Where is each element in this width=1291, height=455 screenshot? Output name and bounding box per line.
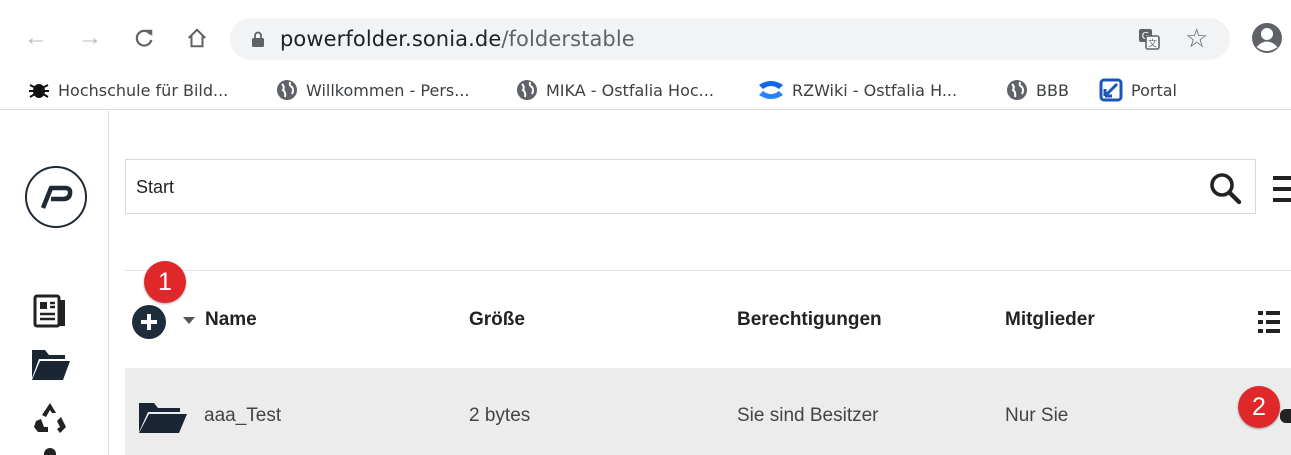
profile-icon[interactable]: [1251, 22, 1283, 54]
portal-icon: [1099, 78, 1123, 102]
folder-size: 2 bytes: [469, 405, 531, 426]
lock-icon: [252, 31, 264, 47]
folder-icon: [139, 403, 187, 433]
svg-text:文: 文: [1148, 38, 1157, 50]
bookmark-item[interactable]: Willkommen - Pers...: [276, 78, 469, 102]
powerfolder-logo[interactable]: [25, 166, 87, 228]
bookmark-item[interactable]: Hochschule für Bild...: [28, 78, 228, 102]
folder-name-link[interactable]: aaa_Test: [204, 405, 281, 427]
bug-icon: [29, 84, 49, 98]
bookmark-item[interactable]: BBB: [1006, 78, 1069, 102]
globe-icon: [277, 80, 297, 100]
column-header-permissions[interactable]: Berechtigungen: [737, 309, 882, 331]
folder-permissions: Sie sind Besitzer: [737, 405, 879, 426]
add-folder-button[interactable]: [132, 305, 166, 339]
recycle-icon[interactable]: [33, 401, 67, 435]
globe-icon: [517, 80, 537, 100]
bookmarks-bar: Hochschule für Bild... Willkommen - Pers…: [0, 70, 1291, 110]
bookmark-label: Hochschule für Bild...: [58, 80, 229, 100]
browser-toolbar: ← → powerfolder.sonia.de/folderstable G文…: [0, 0, 1291, 78]
bookmark-item[interactable]: Portal: [1099, 78, 1177, 102]
column-header-members[interactable]: Mitglieder: [1005, 309, 1095, 331]
table-row[interactable]: aaa_Test 2 bytes Sie sind Besitzer Nur S…: [125, 368, 1291, 455]
bookmark-label: MIKA - Ostfalia Hoc...: [546, 80, 714, 100]
column-header-size[interactable]: Größe: [469, 309, 525, 331]
add-dropdown-caret-icon[interactable]: [183, 317, 195, 324]
column-header-name[interactable]: Name: [205, 309, 257, 331]
translate-icon[interactable]: G文: [1138, 28, 1160, 50]
folder-members: Nur Sie: [1005, 405, 1069, 426]
bookmark-label: Portal: [1131, 80, 1177, 100]
url-path: /folderstable: [501, 27, 635, 51]
hamburger-menu-icon[interactable]: [1273, 174, 1291, 204]
column-settings-icon[interactable]: [1258, 310, 1280, 334]
bookmark-item[interactable]: RZWiki - Ostfalia H...: [758, 78, 957, 102]
reload-icon[interactable]: [127, 21, 161, 55]
bookmark-label: Willkommen - Pers...: [306, 80, 470, 100]
url-host: powerfolder.sonia.de: [280, 27, 502, 51]
account-icon[interactable]: [40, 447, 60, 455]
home-icon[interactable]: [180, 21, 214, 55]
folder-icon[interactable]: [31, 347, 71, 381]
row-actions-icon[interactable]: [1280, 409, 1291, 423]
url-text[interactable]: powerfolder.sonia.de/folderstable: [280, 27, 635, 51]
app-sidebar: [0, 111, 109, 455]
bookmark-star-icon[interactable]: ☆: [1185, 24, 1208, 52]
table-header-row: Name Größe Berechtigungen Mitglieder: [125, 292, 1291, 352]
bookmark-label: RZWiki - Ostfalia H...: [792, 80, 958, 100]
search-icon[interactable]: [1208, 171, 1242, 205]
divider: [125, 270, 1291, 271]
address-bar[interactable]: powerfolder.sonia.de/folderstable G文 ☆: [230, 18, 1230, 60]
bookmark-label: BBB: [1036, 80, 1069, 100]
annotation-badge-2: 2: [1238, 386, 1280, 428]
forward-icon[interactable]: →: [73, 21, 107, 55]
search-input[interactable]: Start: [136, 177, 174, 198]
confluence-icon: [759, 81, 783, 99]
search-box[interactable]: Start: [125, 159, 1256, 214]
annotation-badge-1: 1: [144, 261, 186, 303]
globe-icon: [1007, 80, 1027, 100]
bookmark-item[interactable]: MIKA - Ostfalia Hoc...: [516, 78, 714, 102]
back-icon[interactable]: ←: [19, 21, 53, 55]
news-icon[interactable]: [33, 294, 67, 328]
